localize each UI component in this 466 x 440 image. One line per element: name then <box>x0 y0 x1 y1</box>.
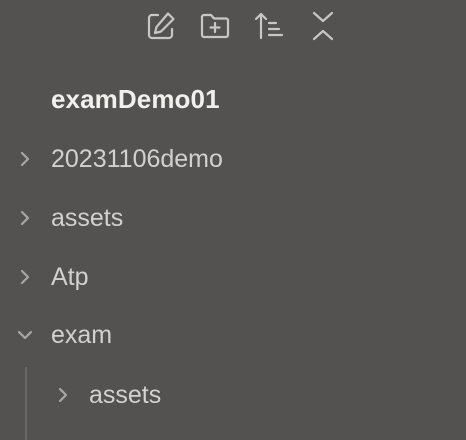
sort-button[interactable] <box>250 7 288 45</box>
folder-plus-icon <box>200 13 230 39</box>
collapse-all-icon <box>312 11 334 41</box>
chevron-right-icon[interactable] <box>52 384 74 406</box>
edit-note-icon <box>147 12 175 40</box>
sort-icon <box>254 12 284 40</box>
tree-item-label: Atp <box>51 262 89 291</box>
tree-item-folder[interactable]: Atp <box>0 254 466 300</box>
new-note-button[interactable] <box>142 7 180 45</box>
chevron-down-icon[interactable] <box>14 324 36 346</box>
file-explorer-toolbar <box>142 6 342 46</box>
chevron-right-icon[interactable] <box>14 148 36 170</box>
tree-item-label: assets <box>51 203 124 232</box>
tree-item-folder[interactable]: assets <box>0 372 466 418</box>
tree-item-label: exam <box>51 320 113 349</box>
tree-item-label: assets <box>89 380 162 409</box>
tree-item-folder-expanded[interactable]: exam <box>0 312 466 358</box>
tree-item-label: 20231106demo <box>51 144 223 173</box>
collapse-all-button[interactable] <box>304 7 342 45</box>
tree-item-folder[interactable]: assets <box>0 195 466 241</box>
vault-title[interactable]: examDemo01 <box>51 84 220 115</box>
chevron-right-icon[interactable] <box>14 207 36 229</box>
chevron-right-icon[interactable] <box>14 266 36 288</box>
new-folder-button[interactable] <box>196 7 234 45</box>
tree-item-folder[interactable]: 20231106demo <box>0 136 466 182</box>
